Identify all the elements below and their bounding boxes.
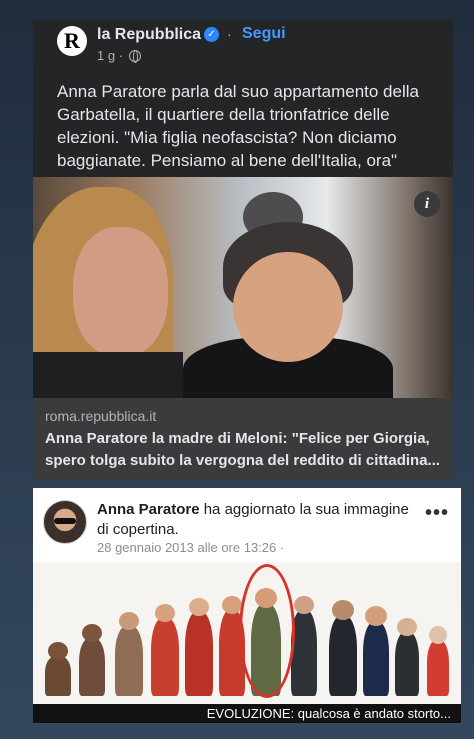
separator-dot: · xyxy=(227,26,232,42)
woman-right-face xyxy=(233,252,343,362)
page-logo[interactable]: R xyxy=(57,26,87,56)
link-title: Anna Paratore la madre di Meloni: "Felic… xyxy=(45,430,441,469)
figure-suit-2 xyxy=(329,600,357,696)
figure-suit-4 xyxy=(395,618,419,696)
evolution-cartoon xyxy=(33,562,461,704)
avatar[interactable] xyxy=(43,500,87,544)
figure-ape-1 xyxy=(45,642,71,696)
figure-red-shirt xyxy=(427,626,449,696)
globe-icon xyxy=(129,50,141,63)
post-date: 28 gennaio 2013 alle ore 13:26 · xyxy=(97,540,285,555)
woman-left-coat xyxy=(33,352,183,398)
cartoon-caption: EVOLUZIONE: qualcosa è andato storto... xyxy=(33,704,461,723)
figure-caveman xyxy=(115,612,143,696)
link-preview[interactable]: roma.repubblica.it Anna Paratore la madr… xyxy=(33,398,453,480)
logo-letter: R xyxy=(64,28,80,53)
post-text: Anna Paratore parla dal suo appartamento… xyxy=(57,82,419,170)
author-name[interactable]: Anna Paratore xyxy=(97,501,200,518)
figure-ape-2 xyxy=(79,624,105,696)
embedded-screenshot: Anna Paratore ha aggiornato la sua immag… xyxy=(33,488,461,723)
more-icon[interactable]: ••• xyxy=(425,502,449,525)
figure-red-1 xyxy=(151,604,179,696)
article-image[interactable]: i xyxy=(33,177,453,398)
highlight-circle xyxy=(239,564,295,698)
link-domain: roma.repubblica.it xyxy=(45,408,157,424)
figure-red-2 xyxy=(185,598,213,696)
post-time[interactable]: 1 g · xyxy=(97,48,123,63)
info-icon[interactable]: i xyxy=(414,191,440,217)
verified-icon: ✓ xyxy=(204,27,219,42)
page-name[interactable]: la Repubblica xyxy=(97,26,201,44)
facebook-post-card: R la Repubblica ✓ · Segui 1 g · Anna Par… xyxy=(33,20,453,480)
woman-left-face xyxy=(73,227,168,357)
figure-suit-3 xyxy=(363,606,389,696)
figure-suit-1 xyxy=(291,596,317,696)
cover-update-text: Anna Paratore ha aggiornato la sua immag… xyxy=(97,500,417,540)
follow-button[interactable]: Segui xyxy=(242,25,286,43)
